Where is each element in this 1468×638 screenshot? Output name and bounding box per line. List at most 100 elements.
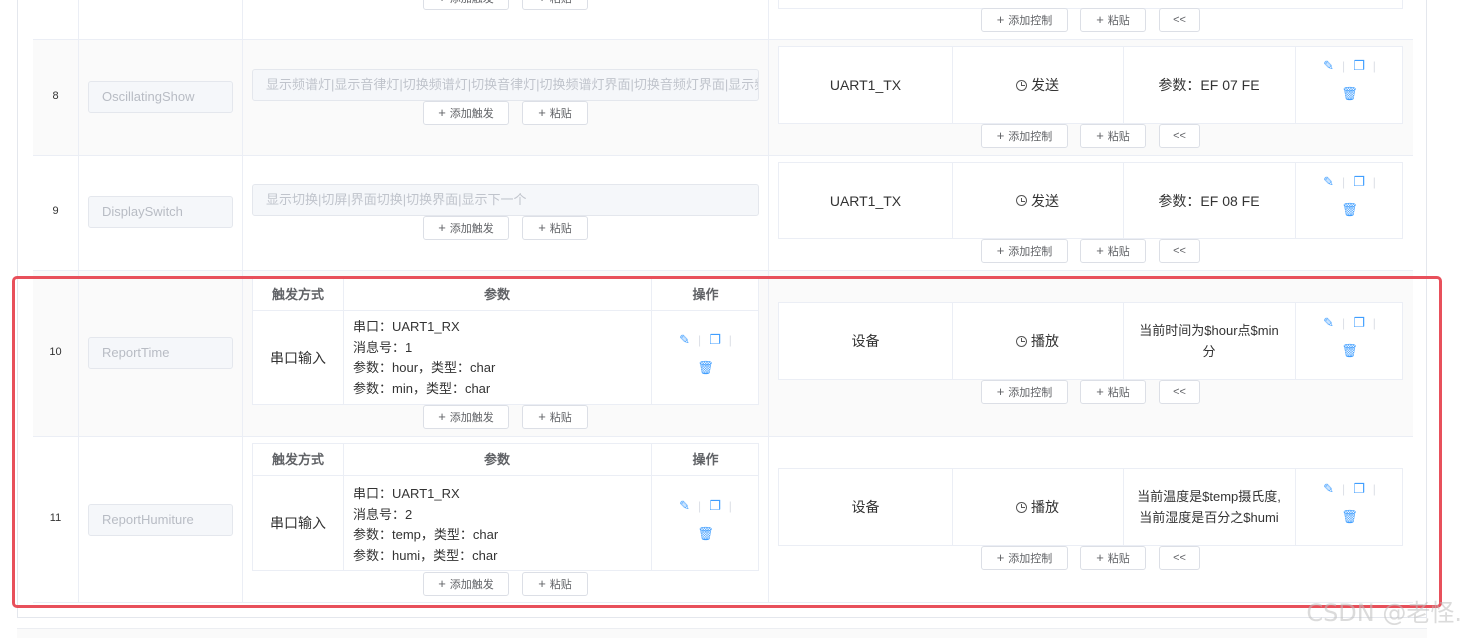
control-table: UART1_TX 发送 参数：EF 07 FE ✎ | ❐ | 🗑 bbox=[778, 46, 1403, 124]
table-row: 9 DisplaySwitch 显示切换|切屏|界面切换|切换界面|显示下一个 … bbox=[33, 156, 1413, 271]
row-index: 10 bbox=[49, 346, 62, 358]
clock-icon bbox=[1016, 195, 1027, 206]
name-input[interactable]: ReportHumiture bbox=[88, 504, 233, 536]
name-input[interactable]: OscillatingShow bbox=[88, 81, 233, 113]
add-trigger-button[interactable]: +添加触发 bbox=[423, 101, 509, 125]
control-value: 参数：EF 08 FE bbox=[1158, 192, 1260, 209]
edit-icon[interactable]: ✎ bbox=[1323, 175, 1334, 189]
row-index: 9 bbox=[52, 205, 59, 217]
collapse-button[interactable]: << bbox=[1159, 239, 1200, 263]
header-ops: 操作 bbox=[692, 287, 719, 302]
edit-icon[interactable]: ✎ bbox=[679, 499, 690, 513]
copy-icon[interactable]: ❐ bbox=[709, 499, 721, 513]
trigger-params: 串口：UART1_RX 消息号：1 参数：hour，类型：char 参数：min… bbox=[353, 319, 496, 396]
control-action: 播放 bbox=[952, 469, 1123, 545]
control-action: 发送 bbox=[952, 163, 1123, 238]
header-params: 参数 bbox=[483, 452, 510, 467]
trigger-ops: ✎ | ❐ | 🗑 bbox=[679, 498, 732, 541]
row-index: 11 bbox=[49, 512, 62, 524]
name-input[interactable]: ReportTime bbox=[88, 337, 233, 369]
add-control-button[interactable]: + 添加控制 bbox=[981, 380, 1068, 404]
add-control-button[interactable]: + 添加控制 bbox=[981, 124, 1068, 148]
edit-icon[interactable]: ✎ bbox=[1323, 482, 1334, 496]
control-target: 设备 bbox=[851, 333, 880, 349]
control-table: 设备 播放 当前时间为$hour点$min 分 ✎ | ❐ | 🗑 bbox=[778, 302, 1403, 380]
add-trigger-button[interactable]: +添加触发 bbox=[423, 0, 509, 10]
trigger-text-input[interactable]: 显示切换|切屏|界面切换|切换界面|显示下一个 bbox=[252, 184, 759, 216]
add-control-button[interactable]: + 添加控制 bbox=[981, 239, 1068, 263]
collapse-button[interactable]: << bbox=[1159, 380, 1200, 404]
clock-icon bbox=[1016, 79, 1027, 91]
table-row: 8 OscillatingShow 显示频谱灯|显示音律灯|切换频谱灯|切换音律… bbox=[33, 40, 1413, 156]
collapse-button[interactable]: << bbox=[1159, 546, 1200, 570]
edit-icon[interactable]: ✎ bbox=[679, 333, 690, 347]
copy-icon[interactable]: ❐ bbox=[1353, 316, 1365, 330]
paste-button[interactable]: +粘贴 bbox=[522, 216, 588, 240]
clock-icon bbox=[1016, 335, 1027, 347]
trigger-table-header: 触发方式 参数 操作 bbox=[253, 279, 758, 311]
row-index: 8 bbox=[52, 90, 59, 102]
add-trigger-button[interactable]: +添加触发 bbox=[423, 216, 509, 240]
header-ops: 操作 bbox=[692, 452, 719, 467]
control-ops: ✎ | ❐ | 🗑 bbox=[1323, 58, 1376, 101]
paste-button[interactable]: +粘贴 bbox=[522, 101, 588, 125]
paste-button[interactable]: +粘贴 bbox=[522, 0, 588, 10]
paste-button[interactable]: +粘贴 bbox=[1080, 380, 1146, 404]
control-table: 设备 播放 当前温度是$temp摄氏度, 当前湿度是百分之$humi ✎ | ❐ |… bbox=[778, 468, 1403, 546]
control-value: 参数：EF 07 FE bbox=[1158, 77, 1260, 93]
edit-icon[interactable]: ✎ bbox=[1323, 59, 1334, 73]
paste-button[interactable]: +粘贴 bbox=[1080, 124, 1146, 148]
control-action: 播放 bbox=[952, 303, 1123, 379]
control-target: UART1_TX bbox=[829, 192, 902, 209]
copy-icon[interactable]: ❐ bbox=[1353, 175, 1365, 189]
copy-icon[interactable]: ❐ bbox=[709, 333, 721, 347]
table-row: 10 ReportTime 触发方式 参数 操作 串口输入 串口：UART1_R… bbox=[33, 271, 1413, 437]
control-target: UART1_TX bbox=[829, 77, 902, 93]
add-control-button[interactable]: + 添加控制 bbox=[981, 8, 1068, 32]
header-params: 参数 bbox=[483, 287, 510, 302]
trigger-mode: 串口输入 bbox=[270, 349, 326, 366]
copy-icon[interactable]: ❐ bbox=[1353, 59, 1365, 73]
name-input[interactable]: DisplaySwitch bbox=[88, 196, 233, 228]
header-mode: 触发方式 bbox=[271, 452, 324, 467]
table-row: +添加触发 +粘贴 +添加控制 +粘贴 << bbox=[33, 0, 1413, 40]
paste-button[interactable]: +粘贴 bbox=[1080, 239, 1146, 263]
add-trigger-button[interactable]: +添加触发 bbox=[423, 405, 509, 429]
watermark: CSDN @老怪. bbox=[1306, 599, 1462, 627]
paste-button[interactable]: +粘贴 bbox=[522, 572, 588, 596]
copy-icon[interactable]: ❐ bbox=[1353, 482, 1365, 496]
clock-icon bbox=[1016, 501, 1027, 513]
delete-icon[interactable]: 🗑 bbox=[1341, 87, 1358, 101]
control-value: 当前时间为$hour点$min 分 bbox=[1139, 323, 1279, 359]
delete-icon[interactable]: 🗑 bbox=[1341, 510, 1358, 524]
paste-button[interactable]: +粘贴 bbox=[522, 405, 588, 429]
collapse-button[interactable]: << bbox=[1159, 8, 1200, 32]
trigger-mode: 串口输入 bbox=[270, 515, 326, 531]
add-control-button[interactable]: + 添加控制 bbox=[981, 546, 1068, 570]
add-trigger-button[interactable]: +添加触发 bbox=[423, 572, 509, 596]
trigger-table: 触发方式 参数 操作 串口输入 串口：UART1_RX 消息号：1 参数：hou… bbox=[252, 278, 759, 405]
control-target: 设备 bbox=[851, 499, 880, 515]
trigger-ops: ✎ | ❐ | 🗑 bbox=[679, 332, 732, 375]
table-row: 11 ReportHumiture 触发方式 参数 操作 串口输入 串口：UAR… bbox=[33, 437, 1413, 603]
control-value: 当前温度是$temp摄氏度, 当前湿度是百分之$humi bbox=[1137, 489, 1281, 525]
trigger-text-input[interactable]: 显示频谱灯|显示音律灯|切换频谱灯|切换音律灯|切换频谱灯界面|切换音频灯界面|… bbox=[252, 69, 759, 101]
delete-icon[interactable]: 🗑 bbox=[697, 361, 714, 375]
paste-button[interactable]: +粘贴 bbox=[1080, 8, 1146, 32]
delete-icon[interactable]: 🗑 bbox=[1341, 203, 1358, 217]
delete-icon[interactable]: 🗑 bbox=[1341, 344, 1358, 358]
trigger-params: 串口：UART1_RX 消息号：2 参数：temp，类型：char 参数：hum… bbox=[353, 486, 499, 563]
control-ops: ✎ | ❐ | 🗑 bbox=[1323, 174, 1376, 217]
trigger-table: 触发方式 参数 操作 串口输入 串口：UART1_RX 消息号：2 参数：tem… bbox=[252, 443, 759, 571]
control-action: 发送 bbox=[952, 47, 1123, 123]
edit-icon[interactable]: ✎ bbox=[1323, 316, 1334, 330]
header-mode: 触发方式 bbox=[271, 287, 324, 302]
trigger-table-header: 触发方式 参数 操作 bbox=[253, 444, 758, 476]
control-ops: ✎ | ❐ | 🗑 bbox=[1323, 315, 1376, 358]
control-table: UART1_TX 发送 参数：EF 08 FE ✎ | ❐ | 🗑 bbox=[778, 162, 1403, 239]
paste-button[interactable]: +粘贴 bbox=[1080, 546, 1146, 570]
delete-icon[interactable]: 🗑 bbox=[697, 527, 714, 541]
collapse-button[interactable]: << bbox=[1159, 124, 1200, 148]
next-section-edge bbox=[17, 628, 1427, 638]
control-ops: ✎ | ❐ | 🗑 bbox=[1323, 481, 1376, 524]
